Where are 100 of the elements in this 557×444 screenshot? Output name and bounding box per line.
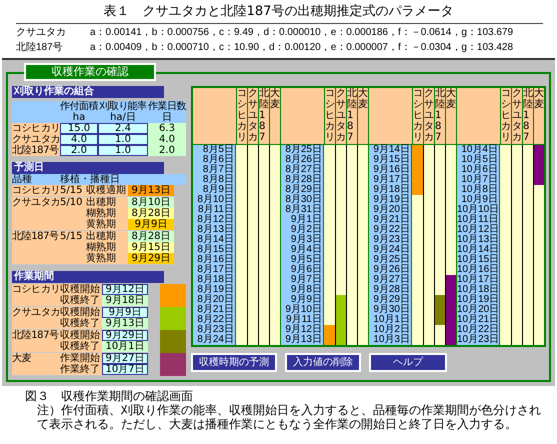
date-cell: 8月27日 — [281, 165, 324, 175]
date-cell: 10月3日 — [369, 335, 412, 345]
date-cell: 10月19日 — [457, 295, 500, 305]
column-header: 品種 — [12, 174, 33, 185]
date-cell: 10月2日 — [369, 325, 412, 335]
date-cell: 8月28日 — [281, 175, 324, 185]
table-cell: 2.0 — [148, 145, 186, 156]
table-cell-text: a：0.00141，b：0.000756，c：9.49，d：0.000010，e：0.000186，f：－0.0614，g：103.679 — [90, 26, 514, 40]
row-label: 収穫開始 — [60, 307, 101, 318]
column-header: コシヒカリ — [412, 88, 423, 145]
date-cell: 10月1日 — [369, 315, 412, 325]
date-cell: 10月5日 — [457, 155, 500, 165]
column-header: 移植・播種日 — [60, 174, 120, 185]
date-cell: 8月10日 — [128, 197, 174, 208]
caption-note: 注）作付面積、刈取り作業の能率、収穫開始日を入力すると、品種毎の作業期間が色分けされて表示される。ただし、大麦は播種作業にともなう全作業の開始日と終了日を入力する。 — [37, 403, 542, 431]
date-cell: 9月9日 — [281, 295, 324, 305]
row-label: 収穫開始 — [60, 330, 101, 341]
input-field[interactable]: 9月27日 — [102, 353, 148, 364]
date-cell: 8月28日 — [128, 208, 174, 219]
date-cell: 10月16日 — [457, 265, 500, 275]
input-field[interactable]: 10月7日 — [102, 364, 148, 375]
date-cell: 10月21日 — [457, 315, 500, 325]
column-header: 作付面積 — [60, 101, 98, 112]
date-cell: 9月17日 — [369, 175, 412, 185]
stage-label: 出穂期 — [86, 197, 117, 208]
date-cell: 8月10日 — [193, 195, 236, 205]
table-cell: 9月18日 — [102, 295, 148, 306]
date-cell: 8月11日 — [193, 205, 236, 215]
section-title: 作業期間 — [12, 271, 164, 283]
date-cell: 9月30日 — [369, 305, 412, 315]
unit-label: ha/日 — [110, 112, 136, 123]
row-label: 収穫終了 — [60, 295, 101, 306]
row-label: 大麦 — [12, 353, 32, 364]
date-cell: 8月9日 — [193, 185, 236, 195]
date-cell: 9月29日 — [369, 295, 412, 305]
date-cell: 8月24日 — [193, 335, 236, 345]
unit-label: 日 — [162, 112, 172, 123]
date-cell: 9月2日 — [281, 225, 324, 235]
date-cell: 8月21日 — [193, 305, 236, 315]
column-header: コシヒカリ — [500, 88, 511, 145]
date-cell: 8月25日 — [281, 145, 324, 155]
row-label: 作業開始 — [60, 353, 101, 364]
date-cell: 9月13日 — [281, 335, 324, 345]
date-cell: 9月13日 — [128, 185, 174, 196]
date-cell: 8月12日 — [193, 215, 236, 225]
column-header: 刈取り能率 — [99, 101, 146, 112]
column-header: 北陸187 — [434, 88, 445, 145]
row-label: 収穫終了 — [60, 341, 101, 352]
row-label: コシヒカリ — [12, 185, 60, 196]
date-cell: 9月12日 — [281, 325, 324, 335]
date-cell: 9月21日 — [369, 215, 412, 225]
date-cell: 10月7日 — [457, 175, 500, 185]
row-label: クサユタカ — [16, 26, 67, 40]
input-field[interactable]: 1.0 — [98, 134, 148, 145]
date-cell: 8月16日 — [193, 255, 236, 265]
date-cell: 9月4日 — [281, 245, 324, 255]
column-header: 北陸187 — [346, 88, 357, 145]
date-cell: 10月18日 — [457, 285, 500, 295]
stage-label: 黄熟期 — [86, 219, 117, 230]
date-cell: 10月11日 — [457, 215, 500, 225]
help-button[interactable]: ヘルプ — [369, 353, 447, 372]
date-cell: 9月14日 — [369, 145, 412, 155]
stage-label: 糊熟期 — [86, 242, 117, 253]
row-label: クサユタカ — [12, 197, 60, 208]
date-cell: 8月8日 — [193, 175, 236, 185]
input-field[interactable]: 2.4 — [98, 123, 148, 134]
table-cell-text: a：0.00409，b：0.000710，c：10.90，d：0.00120，e：0.000007，f：－0.0304，g：103.428 — [90, 41, 514, 55]
input-field[interactable]: 4.0 — [60, 134, 98, 145]
date-cell: 8月23日 — [193, 325, 236, 335]
date-cell: 8月18日 — [193, 275, 236, 285]
date-cell: 10月9日 — [457, 195, 500, 205]
row-label: コシヒカリ — [12, 284, 60, 295]
table-cell: 6.3 — [148, 123, 186, 134]
date-cell: 9月25日 — [369, 255, 412, 265]
date-cell: 8月26日 — [281, 155, 324, 165]
table-title: 表１ クサユタカと北陸187号の出穂期推定式のパラメータ — [102, 3, 454, 21]
date-cell: 10月13日 — [457, 235, 500, 245]
date-cell: 9月6日 — [281, 265, 324, 275]
table-cell: 9月13日 — [102, 318, 148, 329]
input-field[interactable]: 15.0 — [60, 123, 98, 134]
table-cell: 4.0 — [148, 134, 186, 145]
date-cell: 8月28日 — [128, 231, 174, 242]
row-label: 北陸187号 — [16, 40, 64, 55]
input-field[interactable]: 2.0 — [60, 145, 98, 156]
column-header: 作業日数 — [148, 101, 186, 112]
clear-button[interactable]: 入力値の削除 — [285, 353, 361, 372]
date-cell: 9月26日 — [369, 265, 412, 275]
column-header: クサユタカ — [511, 88, 522, 145]
row-label: 北陸187号 — [12, 145, 60, 156]
column-header: クサユタカ — [247, 88, 258, 145]
stage-label: 糊熟期 — [86, 208, 117, 219]
date-cell: 9月11日 — [281, 315, 324, 325]
input-field[interactable]: 9月29日 — [102, 330, 148, 341]
date-cell: 9月3日 — [281, 235, 324, 245]
date-cell: 8月29日 — [281, 185, 324, 195]
forecast-button[interactable]: 収穫時期の予測 — [191, 353, 277, 372]
input-field[interactable]: 9月12日 — [102, 284, 148, 295]
row-label: クサユタカ — [12, 307, 60, 318]
input-field[interactable]: 1.0 — [98, 145, 148, 156]
input-field[interactable]: 9月9日 — [102, 307, 148, 318]
